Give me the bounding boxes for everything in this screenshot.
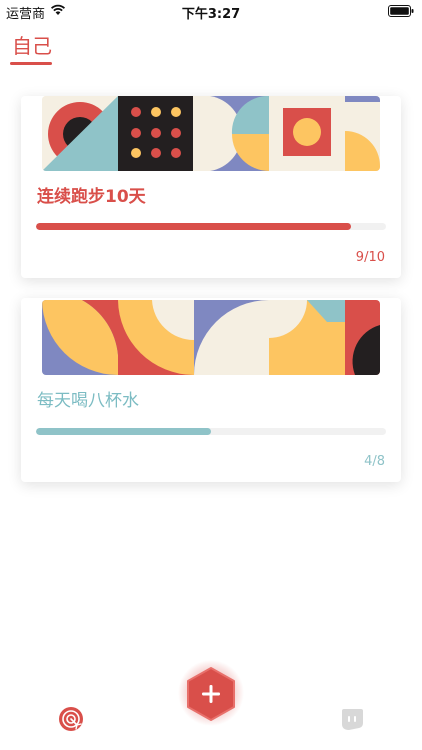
goal-artwork	[42, 300, 380, 375]
status-bar: 运营商 下午3:27	[0, 0, 422, 22]
goal-title: 每天喝八杯水	[37, 391, 139, 411]
chat-bubble-icon[interactable]	[339, 706, 365, 732]
tab-self[interactable]: 自己	[12, 30, 52, 59]
goal-progress-count: 4/8	[364, 454, 385, 469]
tab-active-indicator	[10, 62, 52, 65]
target-icon[interactable]	[58, 706, 84, 732]
goal-title: 连续跑步10天	[37, 187, 146, 207]
goal-progress-bar	[36, 428, 386, 435]
goal-progress-fill	[36, 428, 211, 435]
goal-progress-bar	[36, 223, 386, 230]
goal-progress-fill	[36, 223, 351, 230]
goal-card-running[interactable]: 连续跑步10天 9/10	[21, 96, 401, 278]
goal-artwork	[42, 96, 380, 171]
clock: 下午3:27	[181, 7, 241, 22]
goal-card-water[interactable]: 每天喝八杯水 4/8	[21, 298, 401, 482]
battery-icon	[388, 5, 414, 17]
add-goal-button[interactable]	[184, 666, 238, 722]
goal-progress-count: 9/10	[355, 250, 385, 265]
